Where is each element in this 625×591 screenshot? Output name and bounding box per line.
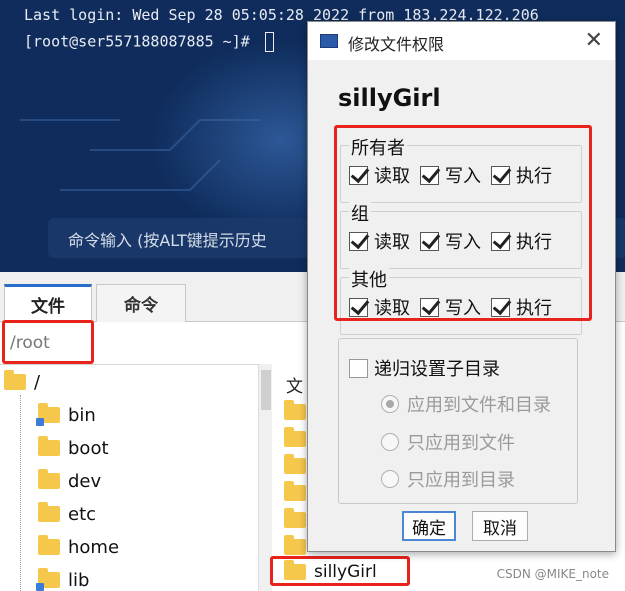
folder-icon [284, 535, 306, 555]
tree-item-lib[interactable]: lib [36, 567, 90, 591]
tree-item-bin[interactable]: bin [36, 402, 96, 428]
apply-files-only-radio[interactable]: 只应用到文件 [381, 429, 515, 455]
file-list-header[interactable]: 文 [286, 372, 303, 397]
permissions-dialog: 修改文件权限 ✕ sillyGirl 所有者 读取 写入 执行 组 读取 写入 … [307, 21, 616, 552]
tree-item-label: home [68, 536, 120, 558]
radio-icon [381, 470, 399, 488]
folder-icon [4, 370, 26, 390]
scrollbar-thumb[interactable] [261, 370, 271, 410]
radio-label: 只应用到文件 [407, 433, 515, 454]
folder-icon [284, 454, 306, 474]
tree-item-root[interactable]: / [4, 369, 40, 395]
highlight-path [2, 320, 94, 364]
folder-link-icon [36, 403, 60, 426]
tree-guide-line [20, 395, 21, 591]
folder-icon [284, 400, 306, 420]
terminal-prompt: [root@ser557188087885 ~]# [24, 32, 274, 52]
apply-files-and-dirs-radio[interactable]: 应用到文件和目录 [381, 391, 551, 417]
highlight-selected-file [270, 556, 410, 586]
ok-button[interactable]: 确定 [402, 511, 456, 541]
folder-icon [38, 469, 60, 489]
target-name: sillyGirl [338, 84, 441, 112]
radio-label: 应用到文件和目录 [407, 395, 551, 416]
tab-commands[interactable]: 命令 [96, 284, 186, 322]
folder-icon [38, 502, 60, 522]
watermark: CSDN @MIKE_note [496, 567, 609, 581]
apply-dirs-only-radio[interactable]: 只应用到目录 [381, 466, 515, 492]
folder-icon [38, 436, 60, 456]
directory-tree: / bin boot dev etc home lib [0, 364, 258, 591]
close-icon[interactable]: ✕ [585, 28, 603, 53]
recursive-checkbox[interactable]: 递归设置子目录 [349, 355, 500, 381]
tree-item-label: boot [68, 437, 109, 459]
folder-link-icon [36, 568, 60, 591]
folder-icon [284, 508, 306, 528]
tree-item-home[interactable]: home [38, 534, 119, 560]
folder-icon [284, 481, 306, 501]
tree-item-dev[interactable]: dev [38, 468, 101, 494]
window-icon [320, 34, 338, 48]
dialog-title: 修改文件权限 [348, 35, 445, 54]
tree-item-boot[interactable]: boot [38, 435, 109, 461]
folder-icon [38, 535, 60, 555]
dialog-titlebar[interactable]: 修改文件权限 ✕ [308, 22, 615, 60]
cancel-button[interactable]: 取消 [472, 511, 528, 541]
recursive-options: 递归设置子目录 应用到文件和目录 只应用到文件 只应用到目录 [338, 338, 578, 504]
tree-item-label: / [34, 371, 41, 393]
terminal-cursor [264, 32, 274, 52]
tree-item-label: lib [68, 569, 90, 591]
radio-selected-icon [381, 395, 399, 413]
command-input-hint: 命令输入 (按ALT键提示历史 [68, 231, 267, 250]
folder-icon [284, 427, 306, 447]
radio-label: 只应用到目录 [407, 470, 515, 491]
tree-item-etc[interactable]: etc [38, 501, 96, 527]
highlight-permissions [334, 125, 592, 321]
radio-icon [381, 433, 399, 451]
tree-item-label: dev [68, 470, 102, 492]
tree-item-label: etc [68, 503, 97, 525]
checkbox-unchecked-icon [349, 358, 368, 378]
tree-item-label: bin [68, 404, 96, 426]
tab-files[interactable]: 文件 [4, 284, 92, 322]
checkbox-label: 递归设置子目录 [374, 359, 500, 380]
